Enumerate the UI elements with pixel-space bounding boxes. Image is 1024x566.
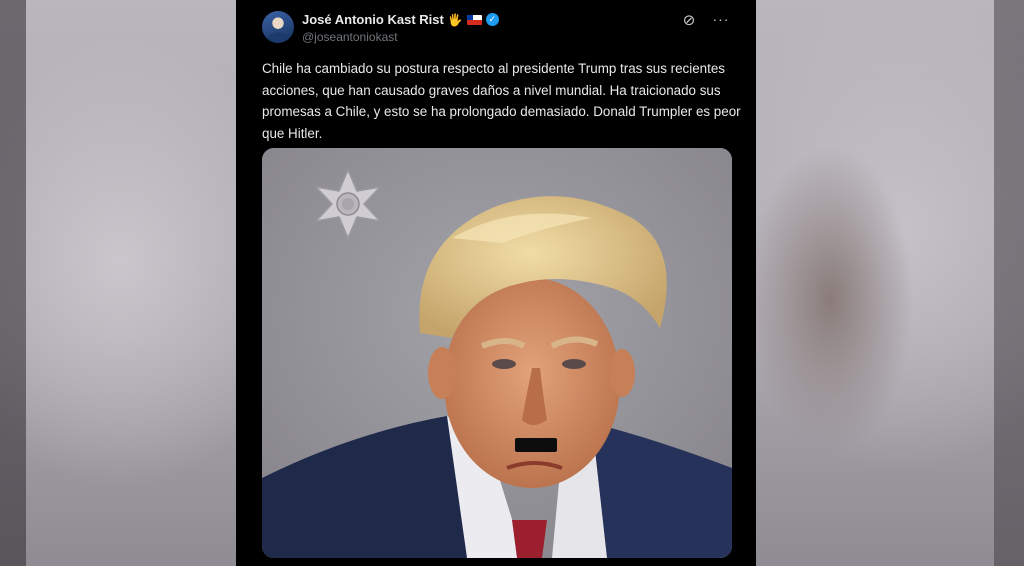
- more-icon[interactable]: ···: [710, 10, 732, 28]
- grok-icon[interactable]: ⊘: [680, 12, 698, 30]
- tweet-text: Chile ha cambiado su postura respecto al…: [262, 61, 741, 141]
- background-edge-shade: [994, 0, 1024, 566]
- author-handle[interactable]: @joseantoniokast: [302, 30, 398, 44]
- avatar[interactable]: [262, 11, 294, 43]
- mugshot-image: [262, 148, 732, 558]
- tweet-card[interactable]: José Antonio Kast Rist 🖐 ✓ @joseantoniok…: [236, 0, 756, 566]
- author-name-row: José Antonio Kast Rist 🖐 ✓: [302, 12, 499, 27]
- raised-hand-emoji: 🖐: [447, 12, 463, 27]
- tweet-header: José Antonio Kast Rist 🖐 ✓ @joseantoniok…: [262, 8, 734, 48]
- verified-badge-icon: ✓: [485, 13, 499, 26]
- author-name[interactable]: José Antonio Kast Rist: [302, 12, 444, 27]
- tweet-photo[interactable]: [262, 148, 732, 558]
- chile-flag-icon: [466, 14, 482, 25]
